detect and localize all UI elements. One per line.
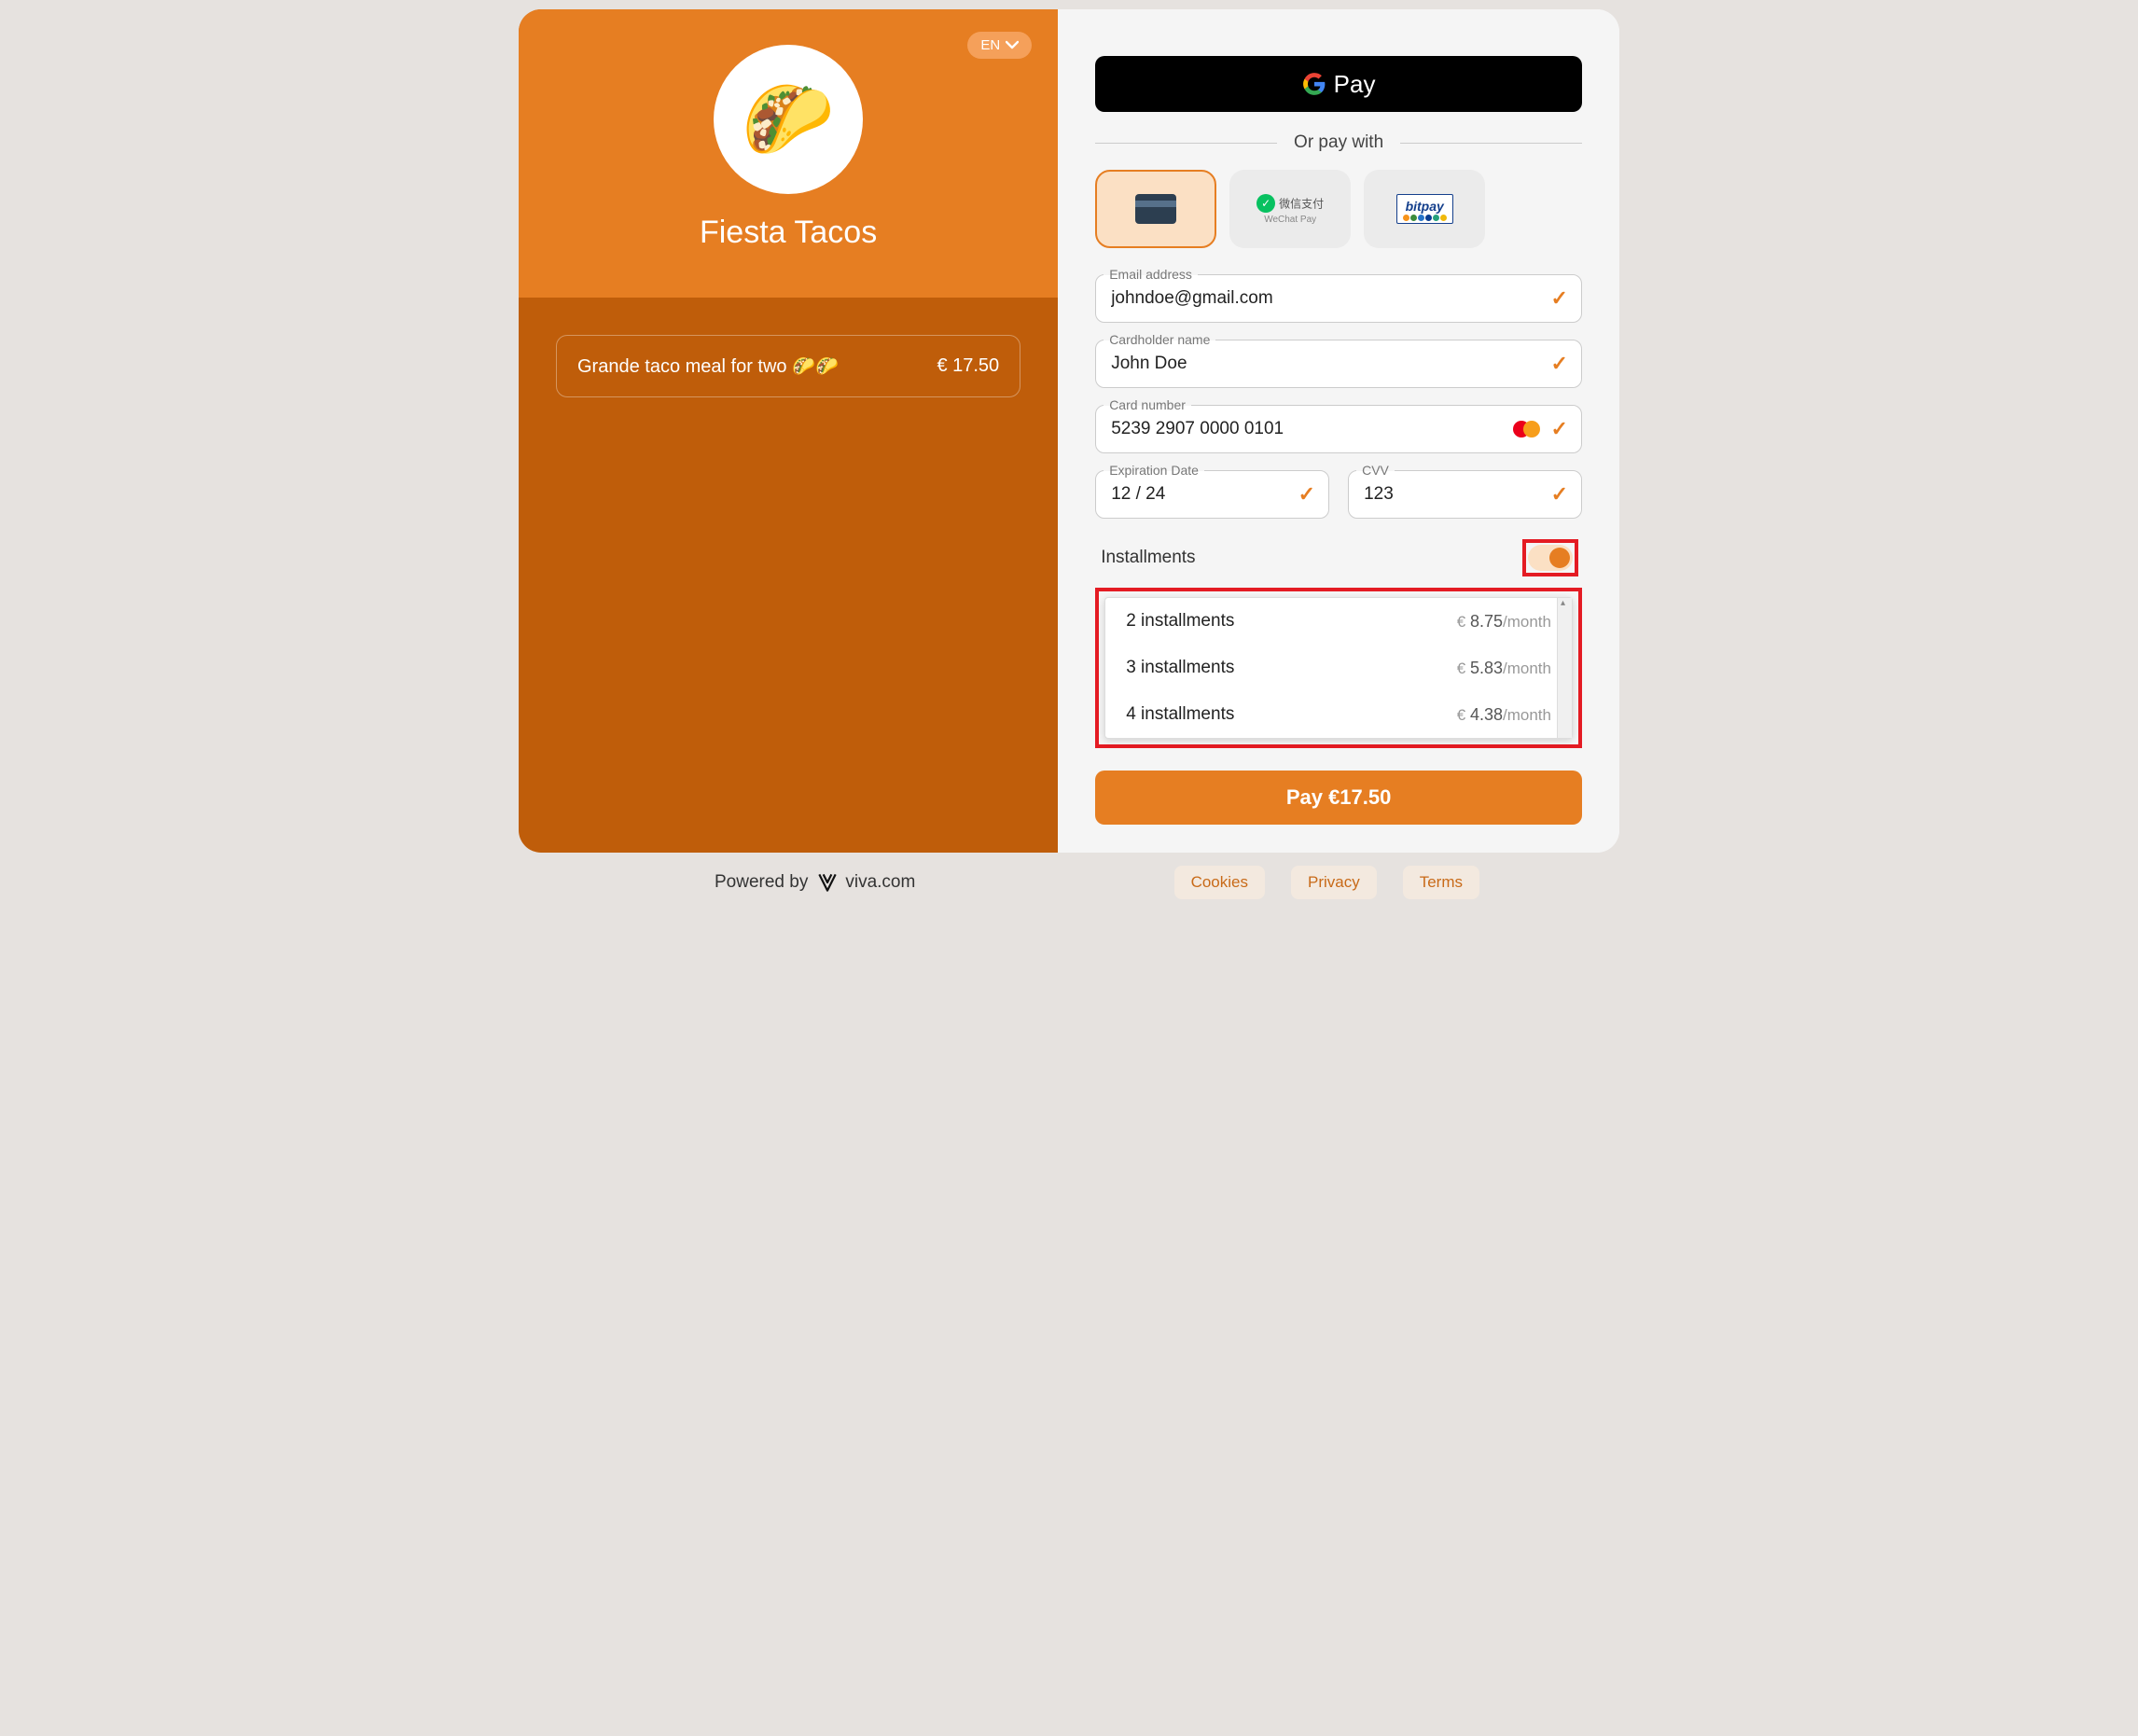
- installment-count: 3 installments: [1126, 658, 1234, 678]
- method-tab-wechat[interactable]: ✓微信支付 WeChat Pay: [1229, 170, 1351, 248]
- terms-link[interactable]: Terms: [1403, 866, 1479, 899]
- powered-by: Powered by viva.com: [715, 870, 915, 895]
- installment-count: 2 installments: [1126, 611, 1234, 632]
- checkout-card: EN 🌮 Fiesta Tacos Grande taco meal for t…: [519, 9, 1619, 853]
- privacy-link[interactable]: Privacy: [1291, 866, 1377, 899]
- merchant-header: EN 🌮 Fiesta Tacos: [519, 9, 1058, 298]
- cvv-label: CVV: [1362, 463, 1389, 478]
- scrollbar[interactable]: [1557, 598, 1572, 738]
- installments-dropdown[interactable]: 2 installments € 8.75/month 3 installmen…: [1104, 597, 1573, 739]
- installments-toggle[interactable]: [1528, 545, 1573, 571]
- installment-price: € 8.75/month: [1457, 612, 1551, 632]
- footer: Powered by viva.com Cookies Privacy Term…: [519, 866, 1619, 899]
- check-icon: ✓: [1551, 286, 1568, 311]
- order-body: Grande taco meal for two 🌮🌮 € 17.50: [519, 298, 1058, 853]
- cardholder-field[interactable]: [1111, 354, 1534, 374]
- powered-by-text: Powered by: [715, 872, 808, 893]
- order-row: Grande taco meal for two 🌮🌮 € 17.50: [556, 335, 1020, 397]
- gpay-label: Pay: [1334, 70, 1376, 99]
- merchant-logo: 🌮: [714, 45, 863, 194]
- card-icon: [1135, 194, 1176, 224]
- language-code: EN: [980, 37, 1000, 53]
- footer-links: Cookies Privacy Terms: [1174, 866, 1479, 899]
- payment-panel: Pay Or pay with ✓微信支付 WeChat Pay bitpay: [1058, 9, 1619, 853]
- expiration-field[interactable]: [1111, 484, 1282, 505]
- check-icon: ✓: [1298, 482, 1315, 507]
- google-pay-button[interactable]: Pay: [1095, 56, 1582, 112]
- check-icon: ✓: [1551, 482, 1568, 507]
- installment-price: € 5.83/month: [1457, 659, 1551, 678]
- email-label: Email address: [1109, 267, 1192, 282]
- cardholder-label: Cardholder name: [1109, 332, 1210, 347]
- divider: Or pay with: [1095, 132, 1582, 153]
- method-tab-bitpay[interactable]: bitpay: [1364, 170, 1485, 248]
- merchant-name: Fiesta Tacos: [556, 215, 1020, 251]
- installments-header: Installments: [1095, 532, 1582, 588]
- email-field-wrap: Email address ✓: [1095, 274, 1582, 323]
- pay-button[interactable]: Pay €17.50: [1095, 771, 1582, 825]
- installment-option[interactable]: 2 installments € 8.75/month: [1105, 598, 1572, 645]
- installment-price: € 4.38/month: [1457, 705, 1551, 725]
- google-icon: [1302, 72, 1326, 96]
- installments-label: Installments: [1101, 548, 1195, 568]
- payment-method-tabs: ✓微信支付 WeChat Pay bitpay: [1095, 170, 1582, 248]
- cvv-field[interactable]: [1364, 484, 1534, 505]
- divider-text: Or pay with: [1294, 132, 1383, 153]
- expiration-label: Expiration Date: [1109, 463, 1199, 478]
- email-field[interactable]: [1111, 288, 1534, 309]
- cookies-link[interactable]: Cookies: [1174, 866, 1265, 899]
- taco-icon: 🌮: [742, 76, 835, 163]
- installment-option[interactable]: 3 installments € 5.83/month: [1105, 645, 1572, 691]
- cardnumber-field-wrap: Card number ✓: [1095, 405, 1582, 453]
- installment-option[interactable]: 4 installments € 4.38/month: [1105, 691, 1572, 738]
- viva-logo: viva.com: [815, 870, 915, 895]
- order-item-price: € 17.50: [937, 355, 999, 377]
- installment-count: 4 installments: [1126, 704, 1234, 725]
- installments-toggle-highlight: [1522, 539, 1578, 576]
- order-item-label: Grande taco meal for two 🌮🌮: [577, 354, 839, 378]
- check-icon: ✓: [1551, 352, 1568, 376]
- divider-line-left: [1095, 143, 1277, 144]
- expiration-field-wrap: Expiration Date ✓: [1095, 470, 1329, 519]
- check-icon: ✓: [1551, 417, 1568, 441]
- cardnumber-label: Card number: [1109, 397, 1186, 412]
- method-tab-card[interactable]: [1095, 170, 1216, 248]
- chevron-down-icon: [1006, 37, 1019, 53]
- language-selector[interactable]: EN: [967, 32, 1032, 59]
- toggle-knob: [1549, 548, 1570, 568]
- installments-dropdown-highlight: 2 installments € 8.75/month 3 installmen…: [1095, 588, 1582, 748]
- order-summary-panel: EN 🌮 Fiesta Tacos Grande taco meal for t…: [519, 9, 1058, 853]
- divider-line-right: [1400, 143, 1582, 144]
- wechat-icon: ✓微信支付 WeChat Pay: [1256, 194, 1324, 225]
- viva-logo-icon: [815, 870, 840, 895]
- cvv-field-wrap: CVV ✓: [1348, 470, 1582, 519]
- cardholder-field-wrap: Cardholder name ✓: [1095, 340, 1582, 388]
- bitpay-icon: bitpay: [1396, 194, 1453, 224]
- mastercard-icon: [1513, 421, 1540, 437]
- cardnumber-field[interactable]: [1111, 419, 1534, 439]
